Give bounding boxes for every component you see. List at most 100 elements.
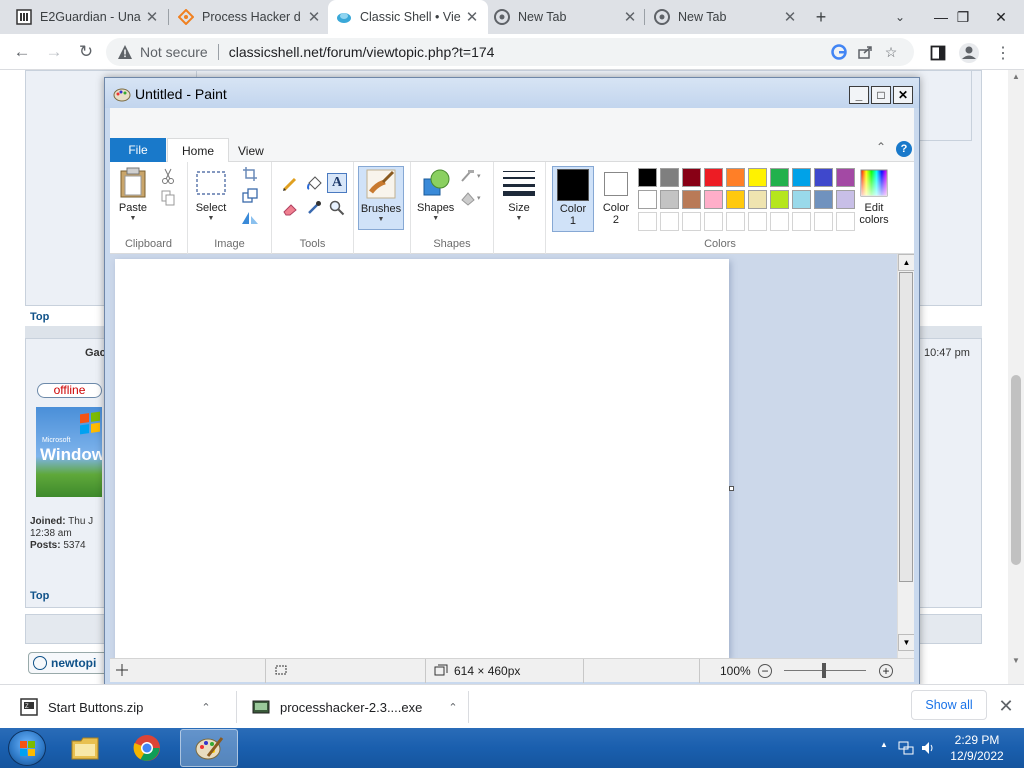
select-button[interactable]: Select ▼ — [194, 166, 228, 222]
palette-swatch[interactable] — [792, 190, 811, 209]
brushes-button[interactable]: Brushes ▼ — [358, 166, 404, 230]
profile-avatar-icon[interactable] — [956, 40, 982, 66]
copy-icon[interactable] — [158, 188, 178, 208]
shapes-button[interactable]: Shapes ▼ — [417, 166, 454, 222]
palette-swatch[interactable] — [748, 168, 767, 187]
chrome-menu-icon[interactable]: ⋮ — [990, 40, 1016, 66]
palette-swatch-empty[interactable] — [704, 212, 723, 231]
paste-dropdown-icon[interactable]: ▼ — [130, 215, 137, 222]
tab-new-tab-1[interactable]: New Tab ✕ — [486, 0, 646, 34]
side-panel-icon[interactable] — [925, 40, 951, 66]
show-hidden-icons-icon[interactable]: ▲ — [876, 740, 892, 756]
paint-app-icon[interactable] — [113, 86, 131, 102]
share-icon[interactable] — [852, 39, 878, 65]
top-link[interactable]: Top — [30, 590, 49, 602]
crop-icon[interactable] — [240, 164, 260, 184]
palette-swatch-empty[interactable] — [836, 212, 855, 231]
warning-triangle-icon[interactable] — [116, 43, 134, 61]
download-item[interactable]: processhacker-2.3....exe ⌃ — [252, 685, 458, 729]
palette-swatch[interactable] — [682, 190, 701, 209]
bookmark-star-icon[interactable]: ☆ — [878, 39, 904, 65]
size-dropdown-icon[interactable]: ▼ — [516, 215, 523, 222]
download-chevron-icon[interactable]: ⌃ — [201, 701, 210, 714]
scroll-up-arrow-icon[interactable]: ▲ — [898, 254, 914, 271]
zoom-slider-thumb[interactable] — [822, 663, 826, 678]
clock-date[interactable]: 12/9/2022 — [950, 749, 1004, 763]
collapse-ribbon-icon[interactable]: ⌃ — [876, 140, 886, 154]
address-bar[interactable]: Not secure classicshell.net/forum/viewto… — [106, 38, 914, 66]
tab-classic-shell[interactable]: Classic Shell • Vie ✕ — [328, 0, 488, 34]
security-status-label[interactable]: Not secure — [140, 44, 208, 60]
download-item[interactable]: Z Start Buttons.zip ⌃ — [20, 685, 211, 729]
palette-swatch[interactable] — [770, 168, 789, 187]
tab-view[interactable]: View — [224, 139, 278, 162]
outline-icon[interactable]: ▾ — [459, 166, 485, 186]
reload-icon[interactable]: ↻ — [72, 38, 100, 66]
tab-new-tab-2[interactable]: New Tab ✕ — [646, 0, 806, 34]
paint-maximize-button[interactable]: □ — [871, 86, 891, 104]
forward-arrow-icon[interactable]: → — [40, 38, 68, 66]
palette-swatch-empty[interactable] — [682, 212, 701, 231]
color1-button[interactable]: Color 1 — [552, 166, 594, 232]
canvas-resize-handle[interactable] — [729, 486, 734, 491]
download-chevron-icon[interactable]: ⌃ — [448, 701, 457, 714]
palette-swatch-empty[interactable] — [792, 212, 811, 231]
palette-swatch[interactable] — [704, 168, 723, 187]
page-scrollbar[interactable]: ▲ ▼ — [1008, 70, 1024, 684]
palette-swatch[interactable] — [704, 190, 723, 209]
fill-icon[interactable]: ▾ — [459, 188, 485, 208]
select-dropdown-icon[interactable]: ▼ — [208, 215, 215, 222]
help-icon[interactable]: ? — [896, 141, 912, 157]
color-picker-icon[interactable] — [304, 198, 324, 218]
palette-swatch[interactable] — [814, 190, 833, 209]
new-topic-button[interactable]: newtopi — [28, 652, 114, 674]
taskbar-explorer[interactable] — [56, 729, 114, 767]
scroll-up-arrow-icon[interactable]: ▲ — [1012, 72, 1020, 81]
network-icon[interactable] — [898, 740, 914, 756]
color2-button[interactable]: Color 2 — [598, 166, 634, 226]
palette-swatch-empty[interactable] — [638, 212, 657, 231]
palette-swatch[interactable] — [814, 168, 833, 187]
tab-close-icon[interactable]: ✕ — [144, 8, 160, 26]
google-translate-icon[interactable] — [826, 39, 852, 65]
close-window-button[interactable]: ✕ — [978, 0, 1024, 34]
drawing-canvas[interactable] — [115, 259, 729, 658]
clock-time[interactable]: 2:29 PM — [950, 733, 1004, 747]
tab-home[interactable]: Home — [167, 138, 230, 162]
palette-swatch[interactable] — [836, 168, 855, 187]
text-tool-icon[interactable]: A — [327, 173, 347, 193]
new-tab-button[interactable]: + — [804, 0, 838, 34]
size-button[interactable]: Size ▼ — [502, 166, 536, 222]
paint-minimize-button[interactable]: _ — [849, 86, 869, 104]
tab-close-icon[interactable]: ✕ — [464, 8, 480, 26]
palette-swatch-empty[interactable] — [660, 212, 679, 231]
resize-icon[interactable] — [240, 186, 260, 206]
paint-close-button[interactable]: ✕ — [893, 86, 913, 104]
tab-close-icon[interactable]: ✕ — [782, 8, 798, 26]
url-text[interactable]: classicshell.net/forum/viewtopic.php?t=1… — [229, 44, 826, 60]
palette-swatch[interactable] — [792, 168, 811, 187]
cut-scissors-icon[interactable] — [158, 166, 178, 186]
start-button[interactable] — [8, 730, 46, 766]
taskbar-chrome[interactable] — [118, 729, 176, 767]
palette-swatch[interactable] — [660, 168, 679, 187]
palette-swatch[interactable] — [770, 190, 789, 209]
scroll-down-arrow-icon[interactable]: ▼ — [1012, 656, 1020, 665]
palette-swatch-empty[interactable] — [726, 212, 745, 231]
tab-e2guardian[interactable]: E2Guardian - Una ✕ — [8, 0, 168, 34]
fill-bucket-icon[interactable] — [304, 174, 324, 194]
tab-close-icon[interactable]: ✕ — [306, 8, 322, 26]
tab-close-icon[interactable]: ✕ — [622, 8, 638, 26]
post-author-name[interactable]: Gac — [85, 347, 106, 359]
show-all-button[interactable]: Show all — [911, 690, 987, 720]
palette-swatch[interactable] — [726, 190, 745, 209]
canvas-vertical-scrollbar[interactable]: ▲ ▼ — [897, 254, 914, 658]
palette-swatch[interactable] — [682, 168, 701, 187]
palette-swatch-empty[interactable] — [814, 212, 833, 231]
paste-button[interactable]: Paste ▼ — [116, 166, 150, 222]
palette-swatch-empty[interactable] — [748, 212, 767, 231]
zoom-out-icon[interactable]: − — [758, 664, 772, 678]
top-link[interactable]: Top — [30, 311, 49, 323]
canvas-scroll-thumb[interactable] — [899, 272, 913, 582]
shapes-dropdown-icon[interactable]: ▼ — [432, 215, 439, 222]
